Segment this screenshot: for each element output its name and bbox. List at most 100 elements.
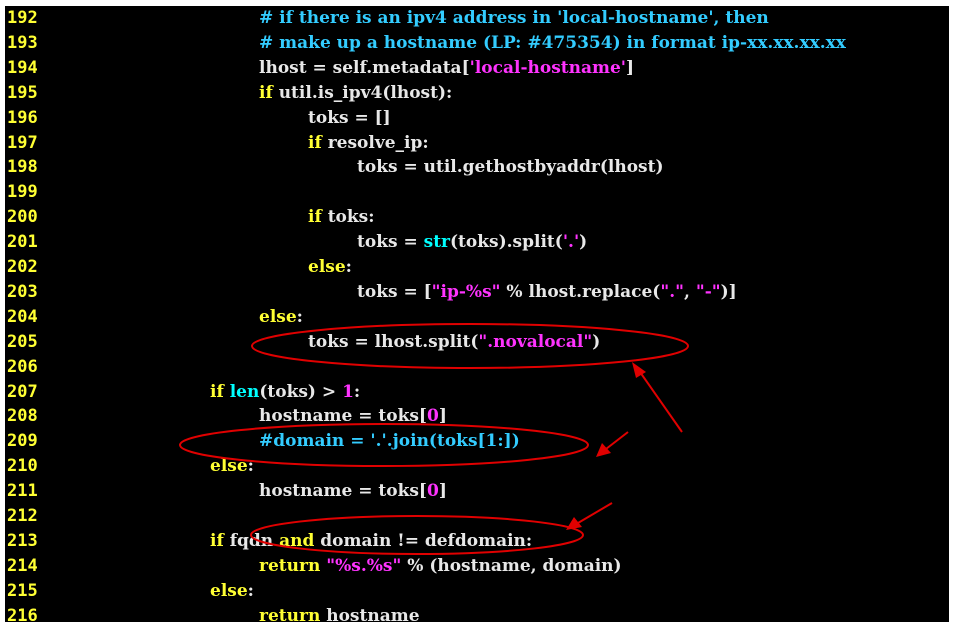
line-number: 196 — [7, 107, 38, 128]
code-token-default: toks = [] — [308, 107, 391, 128]
code-text: #domain = '.'.join(toks[1:]) — [259, 429, 520, 454]
line-number: 205 — [7, 331, 38, 352]
code-token-comment: # if there is an ipv4 address in 'local-… — [259, 8, 769, 28]
line-number: 192 — [7, 8, 38, 28]
code-token-default: (toks).split( — [450, 232, 563, 253]
code-text: if toks: — [308, 205, 375, 230]
code-token-default: : — [247, 580, 254, 601]
code-text: if fqdn and domain != defdomain: — [210, 529, 532, 554]
code-token-default: util.is_ipv4(lhost): — [272, 82, 453, 103]
code-token-keyword: else — [259, 306, 297, 327]
code-line-207: 207 if len(toks) > 1: — [5, 380, 949, 405]
code-token-keyword: if — [210, 381, 224, 402]
code-token-default: (toks) > — [259, 381, 343, 402]
line-number: 195 — [7, 82, 38, 103]
code-token-default: toks = lhost.split( — [308, 331, 479, 352]
code-token-number: 1 — [342, 381, 354, 402]
code-text: if resolve_ip: — [308, 131, 429, 156]
code-text: hostname = toks[0] — [259, 479, 447, 504]
code-token-string: "%s.%s" — [326, 555, 402, 576]
line-number: 208 — [7, 406, 38, 427]
line-number: 193 — [7, 32, 38, 53]
line-number: 198 — [7, 157, 38, 178]
code-line-208: 208 hostname = toks[0] — [5, 404, 949, 429]
code-token-number: 0 — [426, 481, 439, 502]
code-token-default: ] — [438, 481, 447, 502]
code-token-string: "-" — [695, 281, 721, 302]
code-line-196: 196 toks = [] — [5, 106, 949, 131]
line-number: 200 — [7, 207, 38, 228]
code-token-default: % lhost.replace( — [500, 281, 661, 302]
code-text: # make up a hostname (LP: #475354) in fo… — [259, 31, 846, 56]
code-token-keyword: if — [259, 82, 273, 103]
code-line-205: 205 toks = lhost.split(".novalocal") — [5, 330, 949, 355]
line-number: 197 — [7, 132, 38, 153]
code-token-number: 0 — [426, 406, 439, 427]
code-line-215: 215 else: — [5, 579, 949, 604]
code-token-string: "ip-%s" — [431, 281, 501, 302]
code-token-builtin: str — [423, 232, 451, 253]
code-text: toks = lhost.split(".novalocal") — [308, 330, 600, 355]
line-number: 215 — [7, 580, 38, 601]
code-token-keyword: else — [210, 580, 248, 601]
code-text: toks = str(toks).split('.') — [357, 230, 587, 255]
line-number: 211 — [7, 481, 38, 502]
terminal-code-view[interactable]: 192 # if there is an ipv4 address in 'loc… — [5, 6, 949, 622]
code-token-default: lhost = self.metadata[ — [259, 57, 470, 78]
code-text: return "%s.%s" % (hostname, domain) — [259, 554, 622, 579]
code-token-comment: #domain = '.'.join(toks[1:]) — [259, 431, 520, 452]
code-text: toks = [] — [308, 106, 391, 131]
code-text: else: — [308, 255, 352, 280]
line-number: 209 — [7, 431, 38, 452]
line-number: 216 — [7, 605, 38, 622]
code-token-comment: # make up a hostname (LP: #475354) in fo… — [259, 32, 846, 53]
code-token-default: ) — [579, 232, 588, 253]
code-text: return hostname — [259, 604, 420, 622]
code-text: hostname = toks[0] — [259, 404, 447, 429]
line-number: 203 — [7, 281, 38, 302]
line-number: 206 — [7, 356, 38, 377]
code-line-214: 214 return "%s.%s" % (hostname, domain) — [5, 554, 949, 579]
code-token-builtin: len — [229, 381, 260, 402]
code-token-default: fqdn — [223, 530, 280, 551]
code-token-keyword: return — [259, 605, 321, 622]
code-token-keyword: return — [259, 555, 321, 576]
code-token-default: : — [345, 257, 352, 277]
code-token-default: hostname = toks[ — [259, 406, 427, 427]
code-token-default: ) — [592, 331, 601, 352]
code-token-default: )] — [720, 281, 737, 302]
code-text: if util.is_ipv4(lhost): — [259, 81, 452, 106]
code-token-default: toks = [ — [357, 281, 432, 302]
code-token-default: hostname = toks[ — [259, 481, 427, 502]
code-text: # if there is an ipv4 address in 'local-… — [259, 6, 769, 31]
code-token-default: domain != defdomain: — [314, 530, 533, 551]
line-number: 212 — [7, 506, 38, 526]
code-line-192: 192 # if there is an ipv4 address in 'loc… — [5, 6, 949, 31]
code-token-keyword: if — [308, 132, 322, 153]
line-number: 194 — [7, 57, 38, 78]
code-line-202: 202 else: — [5, 255, 949, 280]
line-number: 210 — [7, 456, 38, 477]
line-number: 199 — [7, 182, 38, 203]
code-token-default: toks: — [321, 207, 375, 228]
code-text: else: — [210, 454, 254, 479]
code-line-213: 213 if fqdn and domain != defdomain: — [5, 529, 949, 554]
code-line-203: 203 toks = ["ip-%s" % lhost.replace(".", … — [5, 280, 949, 305]
code-token-keyword: if — [210, 530, 224, 551]
code-token-default: hostname — [320, 605, 420, 622]
line-number: 214 — [7, 555, 38, 576]
code-text: else: — [210, 579, 254, 604]
code-text: toks = ["ip-%s" % lhost.replace(".", "-"… — [357, 280, 737, 305]
line-number: 202 — [7, 257, 38, 277]
code-line-216: 216 return hostname — [5, 604, 949, 622]
code-text: if len(toks) > 1: — [210, 380, 360, 405]
code-line-210: 210 else: — [5, 454, 949, 479]
line-number: 207 — [7, 381, 38, 402]
code-text: lhost = self.metadata['local-hostname'] — [259, 56, 634, 81]
line-number: 213 — [7, 530, 38, 551]
code-token-string: ".novalocal" — [478, 331, 593, 352]
code-line-194: 194 lhost = self.metadata['local-hostname… — [5, 56, 949, 81]
code-token-default: toks = — [357, 232, 424, 253]
line-number: 204 — [7, 306, 38, 327]
code-line-212: 212 — [5, 504, 949, 529]
